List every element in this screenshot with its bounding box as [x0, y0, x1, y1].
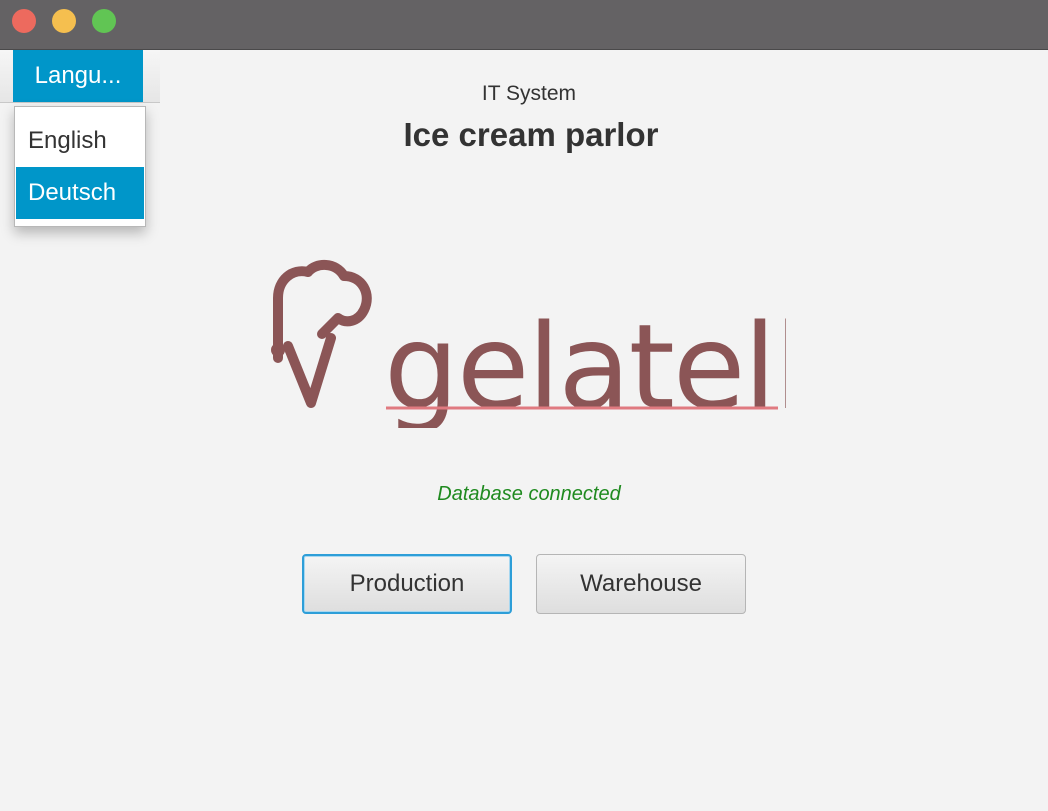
app-window: Langu... English Deutsch IT System Ice c… [0, 0, 1048, 811]
page-title: Ice cream parlor [403, 116, 659, 153]
ice-cream-cone-icon [271, 260, 372, 408]
page-subtitle: IT System [481, 82, 577, 105]
minimize-window-button[interactable] [52, 9, 76, 33]
production-button[interactable]: Production [302, 554, 512, 614]
title-bar [0, 0, 1048, 50]
language-option-deutsch[interactable]: Deutsch [16, 167, 144, 219]
gelatelli-logo: gelatelli [271, 260, 786, 428]
database-status: Database connected [437, 483, 621, 505]
warehouse-button[interactable]: Warehouse [536, 554, 746, 614]
close-window-button[interactable] [12, 9, 36, 33]
maximize-window-button[interactable] [92, 9, 116, 33]
